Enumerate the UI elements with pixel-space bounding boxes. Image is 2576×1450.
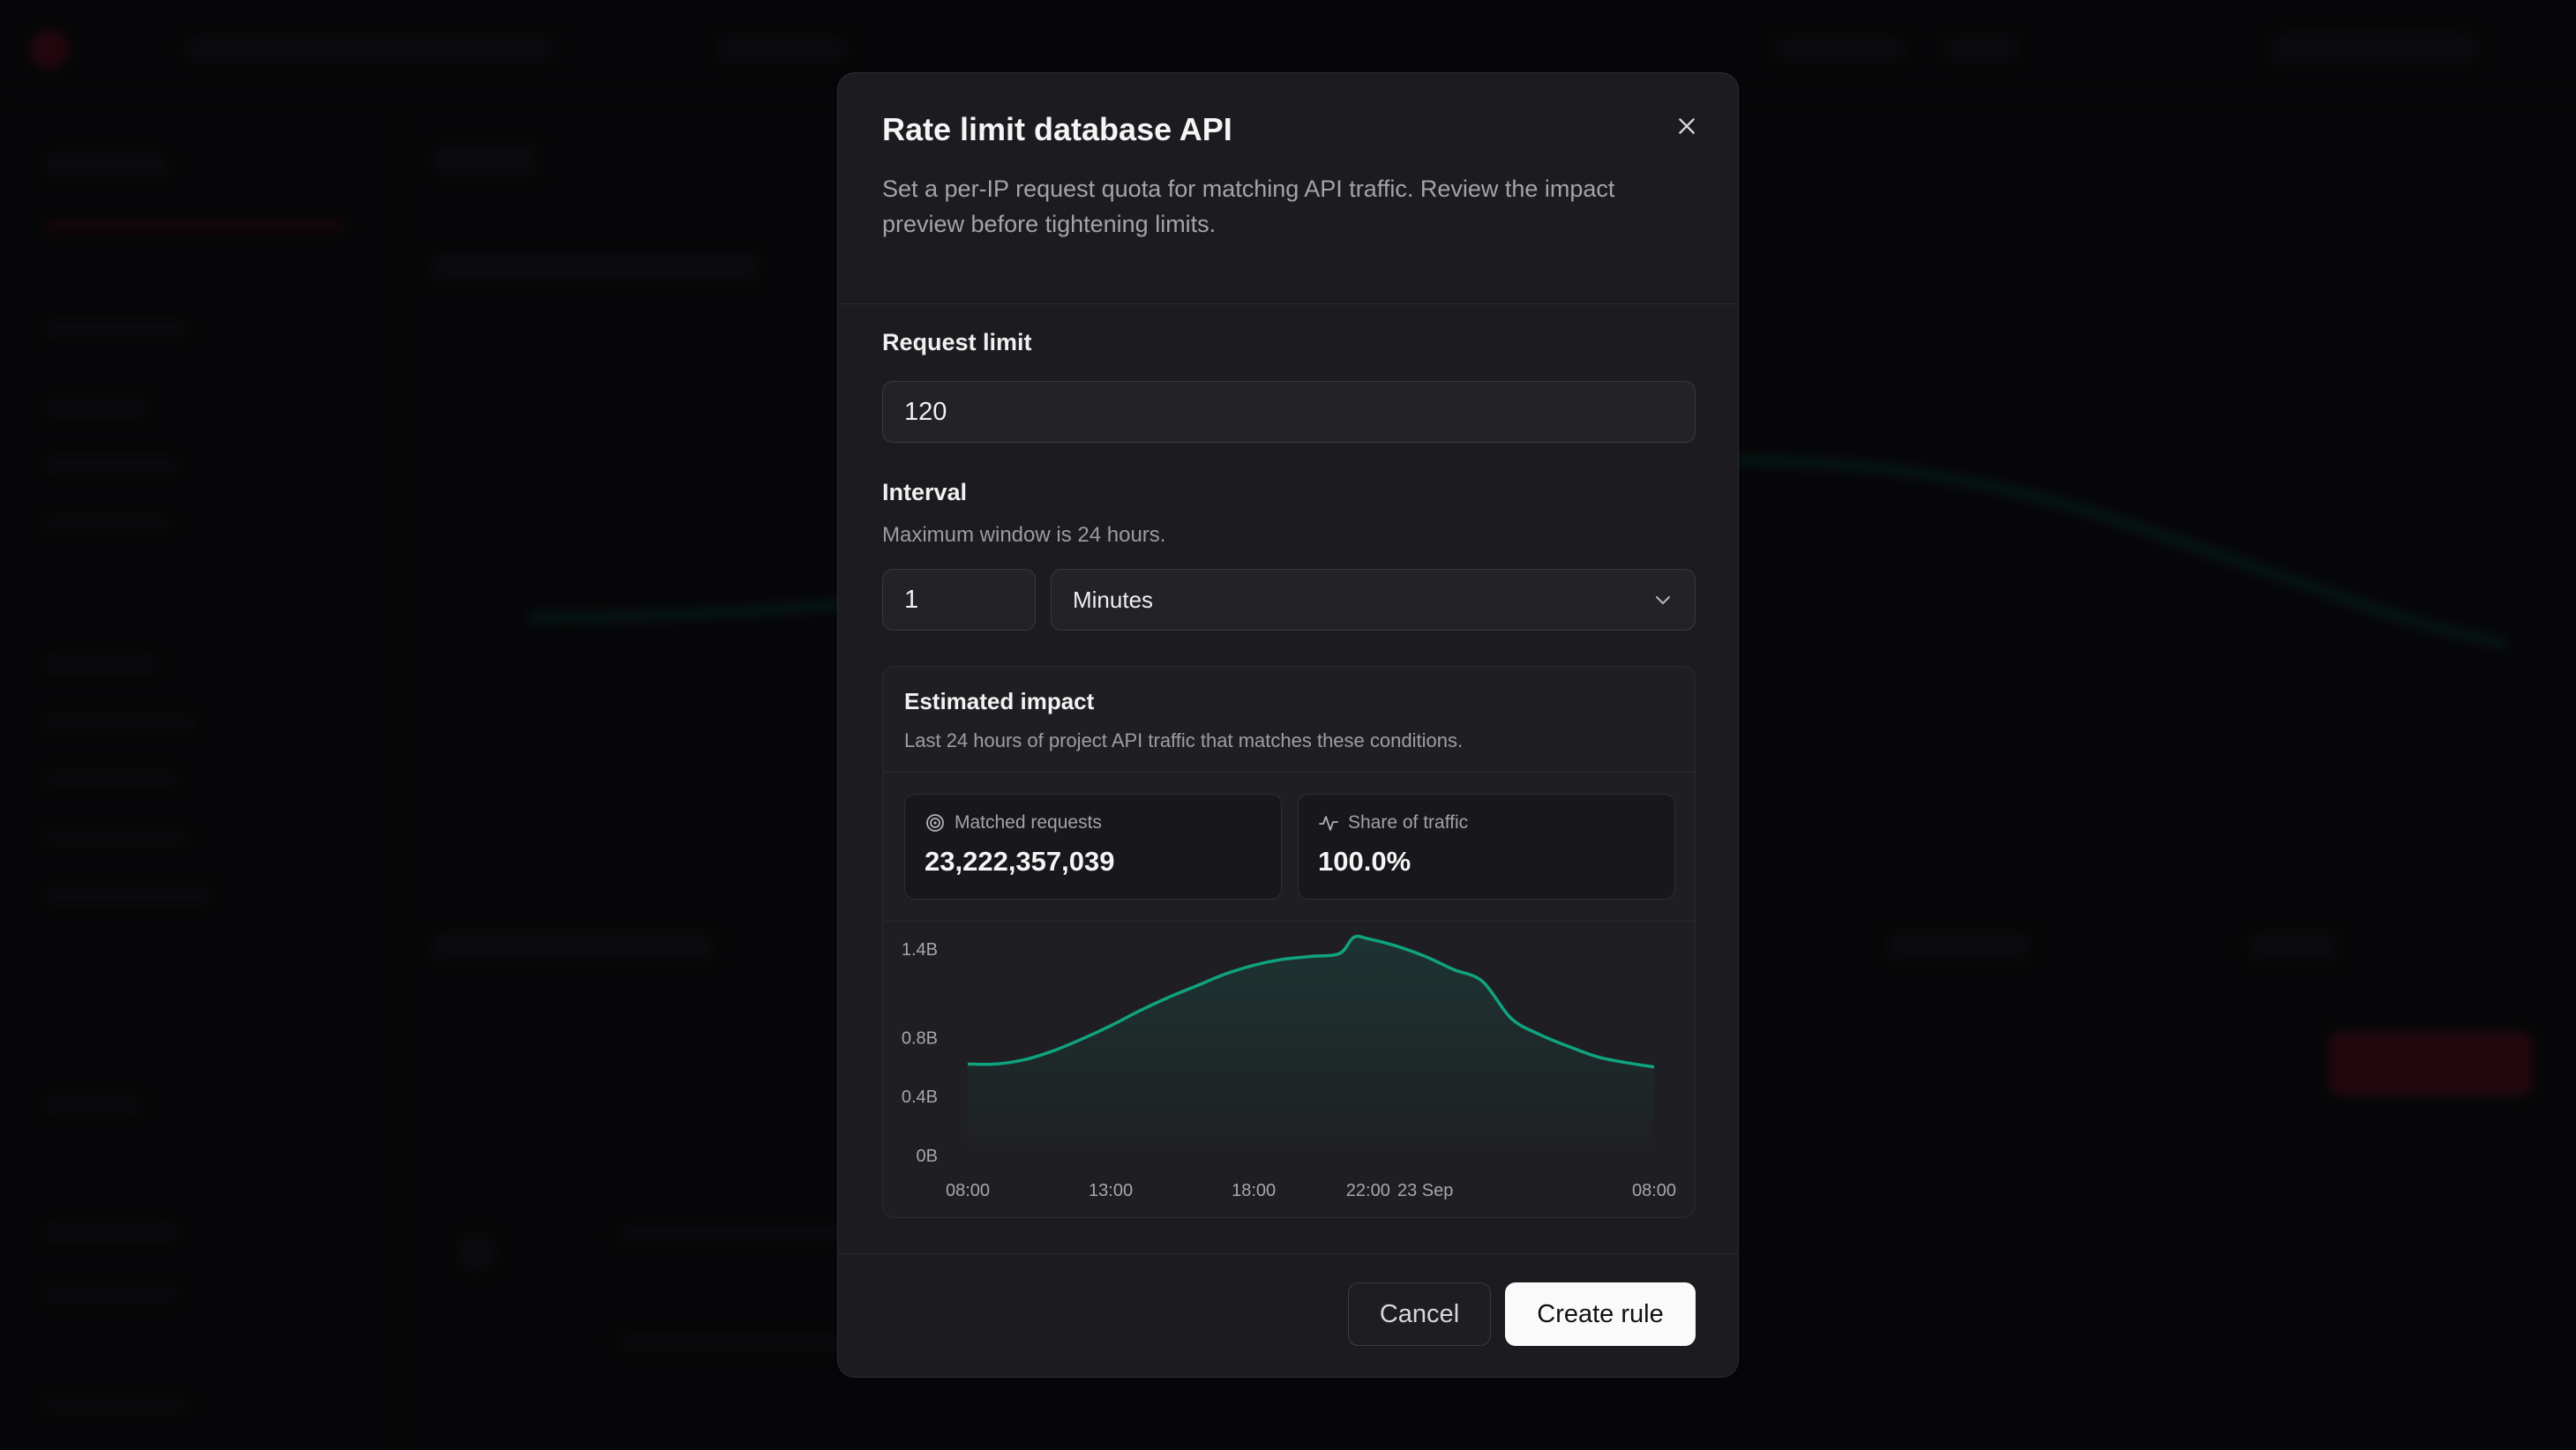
traffic-area-chart: 1.4B 0.8B 0.4B 0B 08:00 13:00 18:00 22:00 23 Se… (902, 934, 1676, 1200)
stat-label: Matched requests (955, 812, 1102, 833)
activity-icon (1319, 816, 1338, 831)
dialog-title: Rate limit database API (882, 111, 1232, 147)
series-area-fill (968, 936, 1654, 1155)
x-tick-label: 22:00 (1346, 1181, 1390, 1200)
estimated-impact-panel: Estimated impact Last 24 hours of projec… (882, 666, 1696, 1218)
x-tick-label: 08:00 (946, 1181, 990, 1200)
interval-label: Interval (882, 479, 968, 505)
stat-value: 23,222,357,039 (925, 846, 1115, 877)
impact-stats: Matched requests 23,222,357,039 Share of… (904, 794, 1675, 900)
interval-help-text: Maximum window is 24 hours. (882, 523, 1166, 547)
x-tick-label: 18:00 (1232, 1181, 1276, 1200)
request-limit-label: Request limit (882, 329, 1032, 355)
interval-value: 1 (904, 585, 919, 614)
rate-limit-dialog: Rate limit database API Set a per-IP req… (837, 72, 1739, 1378)
y-tick-label: 0B (917, 1147, 938, 1166)
impact-subtitle: Last 24 hours of project API traffic tha… (904, 729, 1464, 751)
dialog-footer: Cancel Create rule (838, 1253, 1738, 1377)
stat-label-row: Share of traffic (1318, 812, 1655, 833)
dialog-header: Rate limit database API Set a per-IP req… (838, 73, 1738, 304)
chevron-down-icon (1656, 596, 1670, 604)
request-limit-value: 120 (904, 397, 947, 426)
y-tick-label: 0.4B (902, 1088, 938, 1107)
stat-value: 100.0% (1318, 846, 1412, 877)
x-tick-label: 08:00 (1632, 1181, 1676, 1200)
impact-header: Estimated impact Last 24 hours of projec… (883, 667, 1695, 773)
create-rule-button[interactable]: Create rule (1505, 1282, 1696, 1346)
y-tick-label: 1.4B (902, 940, 938, 960)
impact-title: Estimated impact (904, 688, 1095, 714)
x-tick-label: 13:00 (1089, 1181, 1133, 1200)
close-icon (1679, 118, 1695, 134)
stat-label-row: Matched requests (925, 812, 1262, 833)
stat-card-matched-requests: Matched requests 23,222,357,039 (904, 794, 1282, 900)
interval-value-input[interactable]: 1 (882, 569, 1036, 631)
stat-card-share-of-traffic: Share of traffic 100.0% (1298, 794, 1675, 900)
y-tick-label: 0.8B (902, 1028, 938, 1048)
interval-unit-select[interactable]: Minutes (1051, 569, 1696, 631)
cancel-button[interactable]: Cancel (1348, 1282, 1491, 1346)
target-icon (926, 814, 944, 832)
close-button[interactable] (1666, 105, 1708, 147)
x-tick-label: 23 Sep (1397, 1181, 1453, 1200)
interval-unit-value: Minutes (1073, 586, 1154, 613)
dialog-description: Set a per-IP request quota for matching … (882, 176, 1615, 238)
request-limit-input[interactable]: 120 (882, 381, 1696, 443)
stat-label: Share of traffic (1348, 812, 1469, 833)
